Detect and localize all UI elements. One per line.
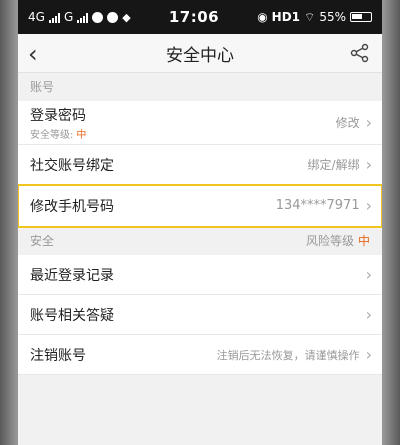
- page-header: ‹ 安全中心: [18, 34, 382, 73]
- change-phone-right: 134****7971 ›: [276, 196, 372, 215]
- risk-level: 风险等级中: [306, 227, 370, 255]
- signal-icon-2: [77, 12, 89, 23]
- chevron-right-icon: ›: [365, 265, 372, 284]
- chevron-right-icon: ›: [365, 305, 372, 324]
- social-binding-row[interactable]: 社交账号绑定 绑定/解绑 ›: [18, 145, 382, 185]
- chevron-right-icon: ›: [365, 196, 372, 215]
- section-account-header: 账号: [18, 73, 382, 101]
- login-password-text: 登录密码 安全等级: 中: [30, 105, 86, 141]
- phone-number: 134****7971: [275, 198, 360, 213]
- account-faq-label: 账号相关答疑: [30, 307, 114, 324]
- change-phone-label: 修改手机号码: [30, 198, 114, 215]
- cancel-account-label: 注销账号: [30, 347, 86, 364]
- back-arrow-icon[interactable]: ‹: [28, 40, 38, 68]
- network-type-4g: 4G: [28, 10, 45, 24]
- chevron-right-icon: ›: [365, 155, 372, 174]
- risk-level-value: 中: [357, 234, 370, 248]
- section-security-label: 安全: [30, 234, 55, 248]
- section-security-header: 安全 风险等级中: [18, 227, 382, 255]
- status-time: 17:06: [168, 8, 220, 26]
- network-type-g: G: [63, 10, 74, 24]
- modify-password-link[interactable]: 修改: [336, 114, 360, 131]
- eye-icon: ◉: [257, 10, 268, 24]
- social-binding-label: 社交账号绑定: [30, 157, 114, 174]
- cancel-account-right: 注销后无法恢复，请谨慎操作 ›: [217, 345, 372, 364]
- share-icon[interactable]: [350, 43, 370, 67]
- page-title: 安全中心: [166, 45, 234, 66]
- status-right: ◉ HD1 ⌔ 55%: [257, 10, 372, 25]
- status-left: 4G G ◆: [28, 10, 131, 24]
- hd-indicator: HD1: [271, 10, 301, 24]
- app-notification-icon: [107, 11, 119, 23]
- wifi-icon: ⌔: [304, 9, 316, 24]
- security-list: 最近登录记录 › 账号相关答疑 › 注销账号 注销后无法恢复，请谨慎操作 ›: [18, 255, 382, 375]
- battery-icon: [349, 12, 372, 22]
- account-faq-row[interactable]: 账号相关答疑 ›: [18, 295, 382, 335]
- recent-login-row[interactable]: 最近登录记录 ›: [18, 255, 382, 295]
- login-password-label: 登录密码: [30, 107, 86, 124]
- bind-unbind-link[interactable]: 绑定/解绑: [308, 156, 360, 173]
- change-phone-row[interactable]: 修改手机号码 134****7971 ›: [18, 184, 382, 228]
- login-password-row[interactable]: 登录密码 安全等级: 中 修改 ›: [18, 101, 382, 145]
- recent-login-label: 最近登录记录: [30, 267, 114, 284]
- account-list: 登录密码 安全等级: 中 修改 › 社交账号绑定 绑定/解绑 › 修改手机号码 1…: [18, 101, 382, 228]
- section-account-label: 账号: [30, 80, 55, 94]
- security-level-value: 中: [76, 129, 87, 141]
- cancel-account-warning: 注销后无法恢复，请谨慎操作: [216, 348, 360, 362]
- signal-icon: [48, 12, 60, 23]
- chevron-right-icon: ›: [365, 113, 372, 132]
- phone-screen: 4G G ◆ 17:06 ◉ HD1 ⌔ 55% ‹ 安全中心 账号 登录密码 …: [18, 0, 382, 445]
- phone-bezel-left: [0, 0, 18, 445]
- risk-level-label: 风险等级: [305, 234, 354, 248]
- phone-bezel-right: [382, 0, 400, 445]
- security-level-label: 安全等级:: [30, 129, 74, 141]
- login-password-right: 修改 ›: [336, 113, 372, 132]
- cat-icon: ◆: [122, 10, 131, 24]
- security-level: 安全等级: 中: [30, 126, 86, 141]
- chevron-right-icon: ›: [365, 345, 372, 364]
- cancel-account-row[interactable]: 注销账号 注销后无法恢复，请谨慎操作 ›: [18, 335, 382, 375]
- notification-icon: [92, 11, 104, 23]
- battery-percent: 55%: [319, 10, 346, 24]
- social-binding-right: 绑定/解绑 ›: [308, 155, 372, 174]
- status-bar: 4G G ◆ 17:06 ◉ HD1 ⌔ 55%: [18, 0, 382, 34]
